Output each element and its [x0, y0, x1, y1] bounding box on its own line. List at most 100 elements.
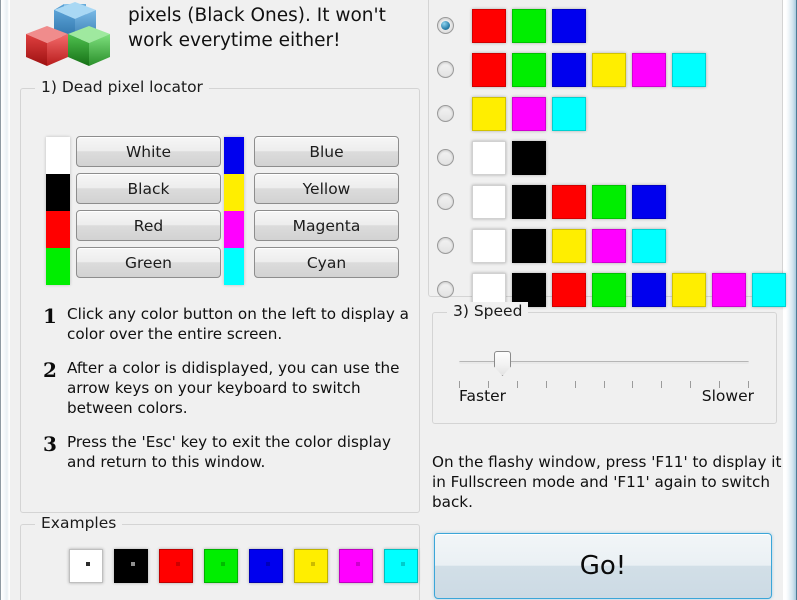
palette-swatch-0-0	[472, 8, 506, 43]
palette-swatch-1-5	[672, 52, 706, 87]
example-swatch-row	[69, 549, 418, 583]
application-window: tool. It won't repair dead pixels (Black…	[0, 0, 797, 600]
color-strip-right-segment-3	[224, 248, 244, 285]
window-client-area: tool. It won't repair dead pixels (Black…	[10, 0, 786, 600]
group-speed: 3) Speed Faster Slower	[432, 302, 777, 424]
color-button-blue[interactable]: Blue	[254, 136, 399, 167]
palette-option-row-0[interactable]	[437, 7, 792, 44]
rgb-cubes-icon	[26, 2, 110, 66]
palette-swatch-6-3	[592, 272, 626, 307]
example-swatch-1	[114, 549, 148, 583]
speed-slider-labels: Faster Slower	[459, 387, 754, 405]
palette-swatch-3-1	[512, 140, 546, 175]
instruction-step-1: 1 Click any color button on the left to d…	[39, 304, 409, 344]
palette-swatch-5-2	[552, 228, 586, 263]
color-strip-right-segment-2	[224, 211, 244, 248]
group-title-speed: 3) Speed	[447, 302, 529, 320]
palette-option-list	[437, 7, 792, 315]
palette-swatch-5-4	[632, 228, 666, 263]
palette-radio-4[interactable]	[437, 193, 454, 210]
instruction-step-number: 1	[43, 304, 57, 328]
instruction-step-text: After a color is didisplayed, you can us…	[67, 359, 400, 417]
palette-option-row-4[interactable]	[437, 183, 792, 220]
example-swatch-7	[384, 549, 418, 583]
palette-swatch-0-1	[512, 8, 546, 43]
palette-swatch-2-1	[512, 96, 546, 131]
dead-pixel-dot-icon	[221, 562, 225, 566]
rgb-cubes-logo	[20, 2, 110, 72]
example-swatch-2	[159, 549, 193, 583]
palette-option-row-3[interactable]	[437, 139, 792, 176]
palette-swatch-4-4	[632, 184, 666, 219]
header-description: tool. It won't repair dead pixels (Black…	[128, 0, 386, 51]
dead-pixel-dot-icon	[311, 562, 315, 566]
palette-swatch-5-3	[592, 228, 626, 263]
palette-swatch-5-1	[512, 228, 546, 263]
palette-option-row-5[interactable]	[437, 227, 792, 264]
palette-radio-1[interactable]	[437, 61, 454, 78]
dead-pixel-dot-icon	[356, 562, 360, 566]
palette-swatch-6-2	[552, 272, 586, 307]
header: tool. It won't repair dead pixels (Black…	[10, 0, 410, 78]
palette-swatch-6-7	[752, 272, 786, 307]
color-strip-left-segment-1	[46, 174, 70, 211]
instruction-step-text: Click any color button on the left to di…	[67, 305, 409, 343]
palette-swatch-1-2	[552, 52, 586, 87]
color-button-cyan[interactable]: Cyan	[254, 247, 399, 278]
color-strip-right	[224, 137, 244, 285]
color-button-green[interactable]: Green	[76, 247, 221, 278]
palette-radio-6[interactable]	[437, 281, 454, 298]
example-swatch-6	[339, 549, 373, 583]
color-strip-left-segment-2	[46, 211, 70, 248]
palette-radio-2[interactable]	[437, 105, 454, 122]
palette-swatch-6-4	[632, 272, 666, 307]
color-button-magenta[interactable]: Magenta	[254, 210, 399, 241]
palette-option-row-1[interactable]	[437, 51, 792, 88]
instruction-step-2: 2 After a color is didisplayed, you can u…	[39, 358, 409, 418]
palette-swatch-4-3	[592, 184, 626, 219]
fullscreen-hint-text: On the flashy window, press 'F11' to dis…	[432, 453, 782, 511]
palette-swatch-1-4	[632, 52, 666, 87]
palette-swatch-5-0	[472, 228, 506, 263]
palette-swatch-2-2	[552, 96, 586, 131]
palette-swatch-6-5	[672, 272, 706, 307]
group-dead-pixel-locator: 1) Dead pixel locator White Black Red Green…	[20, 78, 420, 513]
instruction-step-text: Press the 'Esc' key to exit the color di…	[67, 433, 392, 471]
palette-swatch-1-0	[472, 52, 506, 87]
dead-pixel-dot-icon	[266, 562, 270, 566]
instruction-step-number: 3	[43, 432, 57, 456]
instruction-step-3: 3 Press the 'Esc' key to exit the color d…	[39, 432, 409, 472]
color-button-red[interactable]: Red	[76, 210, 221, 241]
speed-label-faster: Faster	[459, 387, 507, 405]
example-swatch-4	[249, 549, 283, 583]
palette-swatch-1-1	[512, 52, 546, 87]
instruction-step-number: 2	[43, 358, 57, 382]
palette-swatch-6-6	[712, 272, 746, 307]
dead-pixel-dot-icon	[86, 562, 90, 566]
group-title-examples: Examples	[35, 514, 123, 532]
color-button-black[interactable]: Black	[76, 173, 221, 204]
palette-radio-5[interactable]	[437, 237, 454, 254]
window-border-left	[0, 0, 10, 600]
dead-pixel-dot-icon	[176, 562, 180, 566]
palette-radio-3[interactable]	[437, 149, 454, 166]
palette-swatch-2-0	[472, 96, 506, 131]
color-button-white[interactable]: White	[76, 136, 221, 167]
palette-swatch-0-2	[552, 8, 586, 43]
example-swatch-0	[69, 549, 103, 583]
group-color-sequence	[428, 0, 786, 307]
color-button-yellow[interactable]: Yellow	[254, 173, 399, 204]
speed-slider-thumb[interactable]	[494, 351, 511, 376]
palette-option-row-2[interactable]	[437, 95, 792, 132]
go-button[interactable]: Go!	[434, 533, 772, 599]
palette-swatch-1-3	[592, 52, 626, 87]
palette-swatch-3-0	[472, 140, 506, 175]
palette-radio-0[interactable]	[437, 17, 454, 34]
dead-pixel-dot-icon	[131, 562, 135, 566]
palette-swatch-4-0	[472, 184, 506, 219]
example-swatch-5	[294, 549, 328, 583]
color-strip-right-segment-0	[224, 137, 244, 174]
color-strip-left-segment-3	[46, 248, 70, 285]
color-strip-left-segment-0	[46, 137, 70, 174]
color-strip-right-segment-1	[224, 174, 244, 211]
